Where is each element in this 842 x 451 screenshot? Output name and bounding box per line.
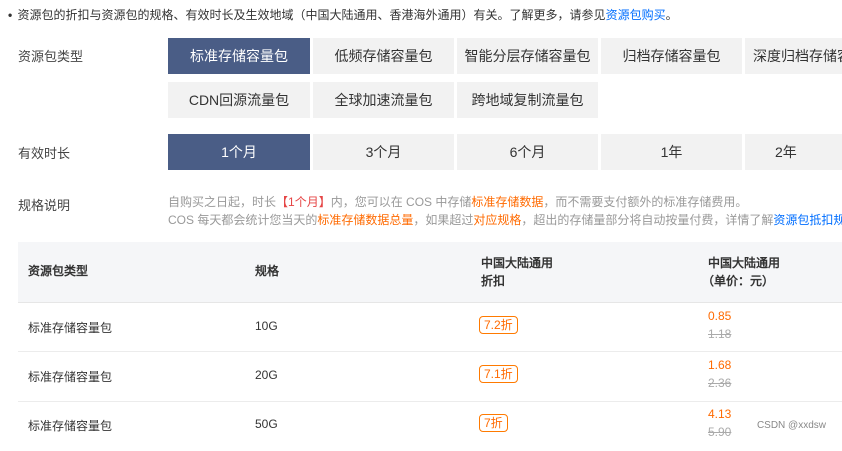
spec-text: ，超出的存储量部分将自动按量付费，详情了解	[521, 213, 774, 227]
discount-badge: 7.1折	[479, 365, 518, 383]
spec-size-highlight: 对应规格	[473, 213, 522, 227]
option-infrequent-storage[interactable]: 低频存储容量包	[313, 38, 454, 74]
spec-storage-highlight: 标准存储数据	[471, 195, 544, 209]
duration-1-year[interactable]: 1年	[601, 134, 742, 170]
intro-body: 资源包的折扣与资源包的规格、有效时长及生效地域（中国大陆通用、香港海外通用）有关…	[17, 8, 606, 22]
cell-type: 标准存储容量包	[28, 419, 113, 433]
option-archive-storage[interactable]: 归档存储容量包	[601, 38, 742, 74]
discount-badge: 7.2折	[479, 316, 518, 334]
spec-text: ，如果超过	[413, 213, 474, 227]
spec-total-highlight: 标准存储数据总量	[317, 213, 414, 227]
duration-6-months[interactable]: 6个月	[457, 134, 598, 170]
price-current: 0.85	[708, 309, 732, 323]
bullet: •	[8, 8, 13, 22]
cell-spec: 10G	[255, 319, 278, 333]
cell-type: 标准存储容量包	[28, 370, 113, 384]
spec-label: 规格说明	[18, 198, 71, 213]
option-intelligent-tiering[interactable]: 智能分层存储容量包	[457, 38, 598, 74]
price-current: 1.68	[708, 358, 732, 372]
duration-1-month[interactable]: 1个月	[168, 134, 310, 170]
option-cross-region-replication[interactable]: 跨地域复制流量包	[457, 82, 598, 118]
spec-text: ，而不需要支付额外的标准存储费用。	[543, 195, 748, 209]
intro-end: 。	[665, 8, 678, 22]
price-original: 5.90	[708, 425, 732, 439]
duration-2-years[interactable]: 2年	[745, 134, 842, 170]
duration-3-months[interactable]: 3个月	[313, 134, 454, 170]
price-original: 1.18	[708, 327, 732, 341]
cell-spec: 50G	[255, 417, 278, 431]
option-standard-storage[interactable]: 标准存储容量包	[168, 38, 310, 74]
spec-duration-highlight: 【1个月】	[276, 195, 331, 209]
header-price-region: 中国大陆通用	[708, 256, 781, 270]
cell-spec: 20G	[255, 368, 278, 382]
duration-label: 有效时长	[18, 146, 71, 161]
discount-badge: 7折	[479, 414, 508, 432]
header-discount-region: 中国大陆通用	[481, 256, 554, 270]
spec-line-2: COS 每天都会统计您当天的标准存储数据总量，如果超过对应规格，超出的存储量部分…	[168, 211, 842, 228]
table-row: 标准存储容量包 10G 7.2折 0.85 1.18	[18, 302, 842, 352]
spec-line-1: 自购买之日起，时长【1个月】内，您可以在 COS 中存储标准存储数据，而不需要支…	[168, 193, 747, 210]
table-header: 资源包类型 规格 中国大陆通用 折扣 中国大陆通用 （单价：元）	[18, 242, 842, 303]
price-current: 4.13	[708, 407, 732, 421]
spec-text: 自购买之日起，时长	[168, 195, 277, 209]
spec-text: 内，您可以在 COS 中存储	[330, 195, 472, 209]
table-row: 标准存储容量包 50G 7折 4.13 5.90	[18, 402, 842, 451]
header-spec: 规格	[255, 264, 280, 278]
header-price-unit: （单价：元）	[702, 274, 775, 288]
header-discount: 折扣	[481, 274, 506, 288]
option-deep-archive[interactable]: 深度归档存储容	[745, 38, 842, 74]
intro-text: • 资源包的折扣与资源包的规格、有效时长及生效地域（中国大陆通用、香港海外通用）…	[8, 6, 678, 23]
option-cdn-traffic[interactable]: CDN回源流量包	[168, 82, 310, 118]
header-type: 资源包类型	[28, 264, 89, 278]
package-type-label: 资源包类型	[18, 49, 84, 64]
spec-text: COS 每天都会统计您当天的	[168, 213, 318, 227]
cell-type: 标准存储容量包	[28, 321, 113, 335]
option-global-acceleration[interactable]: 全球加速流量包	[313, 82, 454, 118]
price-original: 2.36	[708, 376, 732, 390]
watermark: CSDN @xxdsw	[756, 420, 826, 431]
deduction-rules-link[interactable]: 资源包抵扣规	[773, 213, 842, 227]
purchase-link[interactable]: 资源包购买	[606, 8, 666, 22]
table-row: 标准存储容量包 20G 7.1折 1.68 2.36	[18, 352, 842, 402]
